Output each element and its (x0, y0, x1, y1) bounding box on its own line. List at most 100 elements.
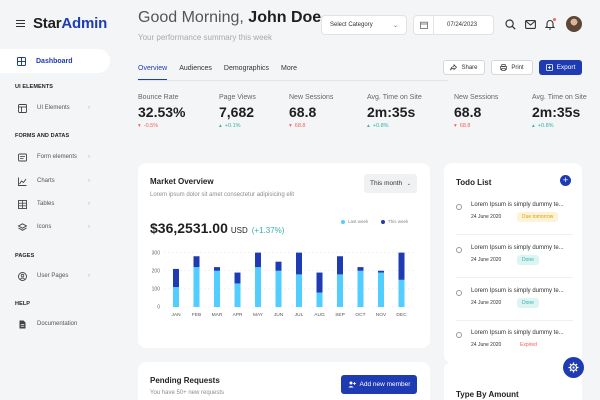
x-tick-label: DEC (396, 312, 407, 318)
tab-overview[interactable]: Overview (138, 65, 168, 80)
section-forms: FORMS AND DATAS (15, 133, 70, 139)
todo-checkbox[interactable] (456, 204, 462, 210)
stat-value: 68.8 (454, 104, 482, 120)
share-button[interactable]: Share (443, 60, 485, 75)
notification-dot (553, 18, 556, 21)
tab-demographics[interactable]: Demographics (224, 65, 269, 80)
printer-icon (500, 64, 508, 71)
x-tick-label: SEP (335, 312, 345, 318)
user-plus-icon (347, 381, 356, 388)
chevron-right-icon: › (88, 178, 90, 184)
x-tick-label: NOV (376, 312, 387, 318)
logo[interactable]: StarAdmin (33, 15, 107, 32)
sidebar: StarAdmin Dashboard UI ELEMENTS UI Eleme… (0, 0, 124, 400)
sidebar-item-dashboard[interactable]: Dashboard (0, 49, 110, 73)
todo-text: Lorem Ipsum is simply dummy te... (471, 288, 564, 294)
stat-label: New Sessions (454, 94, 499, 101)
add-todo-button[interactable]: + (560, 175, 571, 186)
section-pages: PAGES (15, 253, 35, 259)
mail-icon[interactable] (524, 18, 536, 30)
menu-icon[interactable] (16, 19, 25, 27)
caret-down-icon: ▾ (138, 123, 141, 129)
grid-icon (17, 56, 26, 66)
settings-fab[interactable] (563, 357, 584, 378)
sidebar-item-tables[interactable]: Tables › (0, 198, 124, 210)
x-tick-label: OCT (355, 312, 365, 318)
calendar-icon[interactable] (414, 16, 434, 34)
sidebar-item-ui-elements[interactable]: UI Elements › (0, 102, 124, 114)
print-button[interactable]: Print (491, 60, 533, 75)
date-picker[interactable]: 07/24/2023 (413, 15, 494, 35)
sidebar-item-icons[interactable]: Icons › (0, 221, 124, 233)
card-title: Pending Requests (150, 376, 220, 385)
sidebar-item-form-elements[interactable]: Form elements › (0, 151, 124, 163)
stat-label: Bounce Rate (138, 94, 179, 101)
bell-icon[interactable] (544, 18, 556, 30)
bar-jun-last-week (275, 270, 282, 307)
bar-may-last-week (255, 267, 261, 307)
search-icon[interactable] (504, 18, 516, 30)
x-tick-label: MAY (253, 312, 264, 318)
stat-page-views: Page Views 7,682 ▴ +0.1% (219, 94, 256, 129)
tab-more[interactable]: More (281, 65, 297, 80)
avatar[interactable] (566, 16, 582, 32)
bar-oct-last-week (357, 270, 364, 307)
bar-nov-last-week (378, 272, 384, 307)
bar-apr-this-week (234, 272, 241, 284)
todo-checkbox[interactable] (456, 290, 462, 296)
divider (456, 234, 573, 235)
market-overview-card: Market Overview Lorem ipsum dolor sit am… (138, 163, 430, 348)
caret-up-icon: ▴ (219, 123, 222, 129)
todo-date: 24 June 2020 (471, 300, 502, 306)
sidebar-item-label: User Pages (37, 273, 69, 279)
date-input[interactable]: 07/24/2023 (434, 22, 477, 28)
category-select[interactable]: Select Category ⌄ (321, 15, 407, 35)
page-greeting: Good Morning, John Doe (138, 9, 322, 26)
chart-line-icon (18, 177, 27, 186)
y-tick-label: 200 (152, 268, 161, 274)
stat-change: ▾ 68.8 (289, 123, 306, 129)
layers-icon (18, 222, 27, 232)
market-bar-chart: 0 100 200 300 JAN FEB MAR APR MAY JUN JUL AUG SEP OCT… (152, 250, 416, 318)
bar-jan-last-week (173, 287, 179, 307)
pending-requests-card: Pending Requests You have 50+ new reques… (138, 362, 430, 400)
y-tick-label: 100 (152, 287, 161, 293)
sidebar-item-charts[interactable]: Charts › (0, 175, 124, 187)
stat-change: ▾ -0.5% (138, 123, 159, 129)
bar-jul-this-week (296, 252, 302, 275)
bar-jul-last-week (296, 274, 302, 307)
y-tick-label: 0 (157, 305, 160, 311)
add-new-member-label: Add new member (359, 381, 411, 388)
bar-mar-last-week (214, 270, 220, 307)
tab-audiences[interactable]: Audiences (179, 65, 212, 80)
type-by-amount-card: Type By Amount (444, 362, 582, 400)
chevron-right-icon: › (88, 105, 90, 111)
stat-new-sessions-2: New Sessions 68.8 ▾ 68.8 (454, 94, 498, 129)
caret-down-icon: ▾ (454, 123, 457, 129)
print-label: Print (511, 64, 524, 71)
caret-down-icon: ▾ (289, 123, 292, 129)
chevron-right-icon: › (88, 201, 90, 207)
stat-bounce-rate: Bounce Rate 32.53% ▾ -0.5% (138, 94, 185, 129)
bar-jun-this-week (275, 261, 282, 271)
add-new-member-button[interactable]: Add new member (341, 375, 417, 394)
stat-change: ▾ 68.8 (454, 123, 471, 129)
todo-checkbox[interactable] (456, 247, 462, 253)
stat-change: ▴ +0.1% (219, 123, 241, 129)
sidebar-item-documentation[interactable]: Documentation (0, 318, 124, 330)
stat-label: Avg. Time on Site (367, 94, 422, 101)
chevron-down-icon: ⌄ (392, 22, 398, 29)
x-tick-label: JAN (171, 312, 181, 318)
bar-nov-this-week (378, 270, 384, 273)
sidebar-item-label: Tables (37, 201, 55, 207)
todo-checkbox[interactable] (456, 332, 462, 338)
chevron-right-icon: › (88, 154, 90, 160)
todo-text: Lorem Ipsum is simply dummy te... (471, 330, 564, 336)
stat-value: 2m:35s (532, 104, 581, 120)
sidebar-item-user-pages[interactable]: User Pages › (0, 270, 124, 282)
export-button[interactable]: Export (539, 60, 582, 75)
user-icon (18, 271, 27, 281)
card-title: Todo List (456, 178, 492, 187)
sidebar-item-label: Charts (37, 178, 55, 184)
bar-oct-this-week (357, 267, 364, 271)
